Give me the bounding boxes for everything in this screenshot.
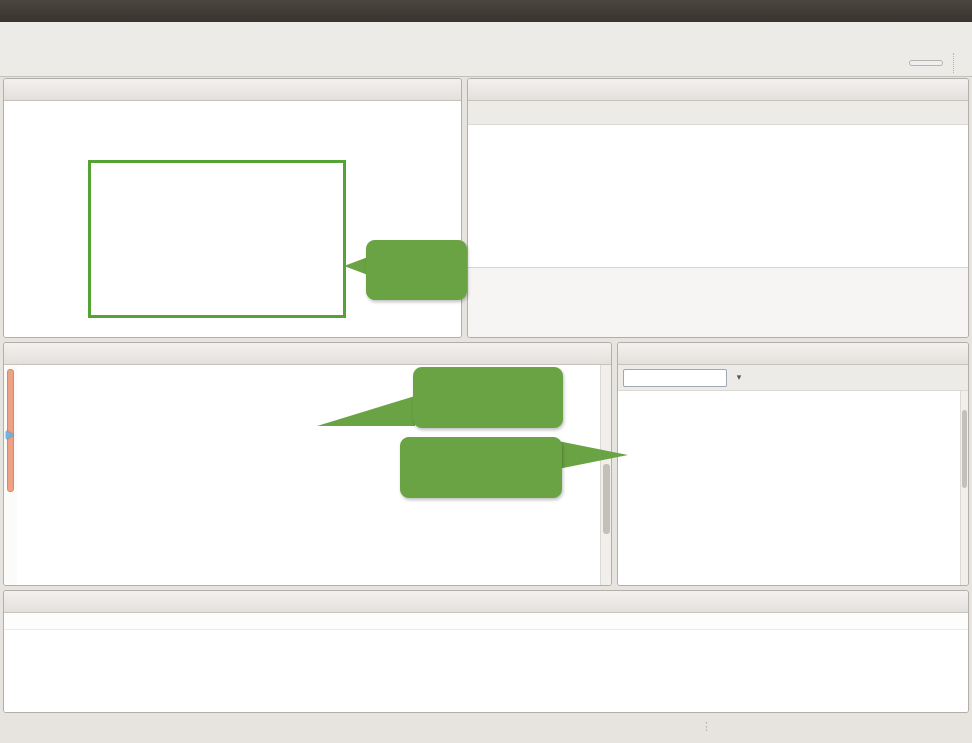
- disasm-code[interactable]: [618, 391, 960, 585]
- statusbar-grip: ⋮: [701, 720, 712, 733]
- disasm-pane-icons: [958, 343, 968, 364]
- location-dropdown-button[interactable]: [730, 369, 748, 387]
- editor-pane-icons: [601, 343, 611, 364]
- titlebar: [0, 0, 972, 22]
- halt-source-callout: [413, 367, 563, 428]
- quick-access-button[interactable]: [909, 60, 943, 66]
- chevron-down-icon: [732, 370, 747, 385]
- breakpoints-list: [468, 125, 968, 267]
- console-output[interactable]: [4, 631, 968, 712]
- disassembly-tabbar: [618, 343, 968, 365]
- console-tabbar: [4, 591, 968, 613]
- scrollbar-thumb[interactable]: [603, 464, 610, 534]
- callout-tail: [558, 441, 628, 469]
- editor-scrollbar[interactable]: [600, 365, 611, 585]
- call-stack-callout: [366, 240, 467, 300]
- console-pane-icons: [958, 591, 968, 612]
- breakpoints-view: [467, 78, 969, 338]
- halt-machine-callout: [400, 437, 562, 498]
- callout-tail: [317, 396, 415, 426]
- disassembly-scrollbar[interactable]: [960, 391, 968, 585]
- disassembly-view: [617, 342, 969, 586]
- callout-tail: [344, 257, 368, 275]
- debug-pane-icons: [451, 79, 461, 100]
- breakpoint-details: [468, 267, 968, 337]
- vars-pane-icons: [958, 79, 968, 100]
- location-input[interactable]: [623, 369, 727, 387]
- editor-tabbar: [4, 343, 611, 365]
- debug-tree: [4, 101, 461, 337]
- debug-tabbar: [4, 79, 461, 101]
- breakpoints-tabbar: [468, 79, 968, 101]
- current-line-arrow-icon: [6, 431, 14, 439]
- console-header: [4, 613, 968, 630]
- toolbar-separator: [953, 53, 954, 73]
- status-bar: ⋮: [0, 713, 972, 743]
- console-view: [3, 590, 969, 713]
- breakpoints-toolbar: [468, 101, 968, 125]
- annotation-ruler[interactable]: [4, 365, 17, 585]
- main-toolbar: [0, 22, 972, 50]
- editor-line-numbers[interactable]: [17, 365, 57, 585]
- quick-access-row: [0, 50, 972, 76]
- disassembly-toolbar: [618, 365, 968, 391]
- main-toolbar-area: [0, 22, 972, 77]
- scrollbar-thumb[interactable]: [962, 410, 967, 488]
